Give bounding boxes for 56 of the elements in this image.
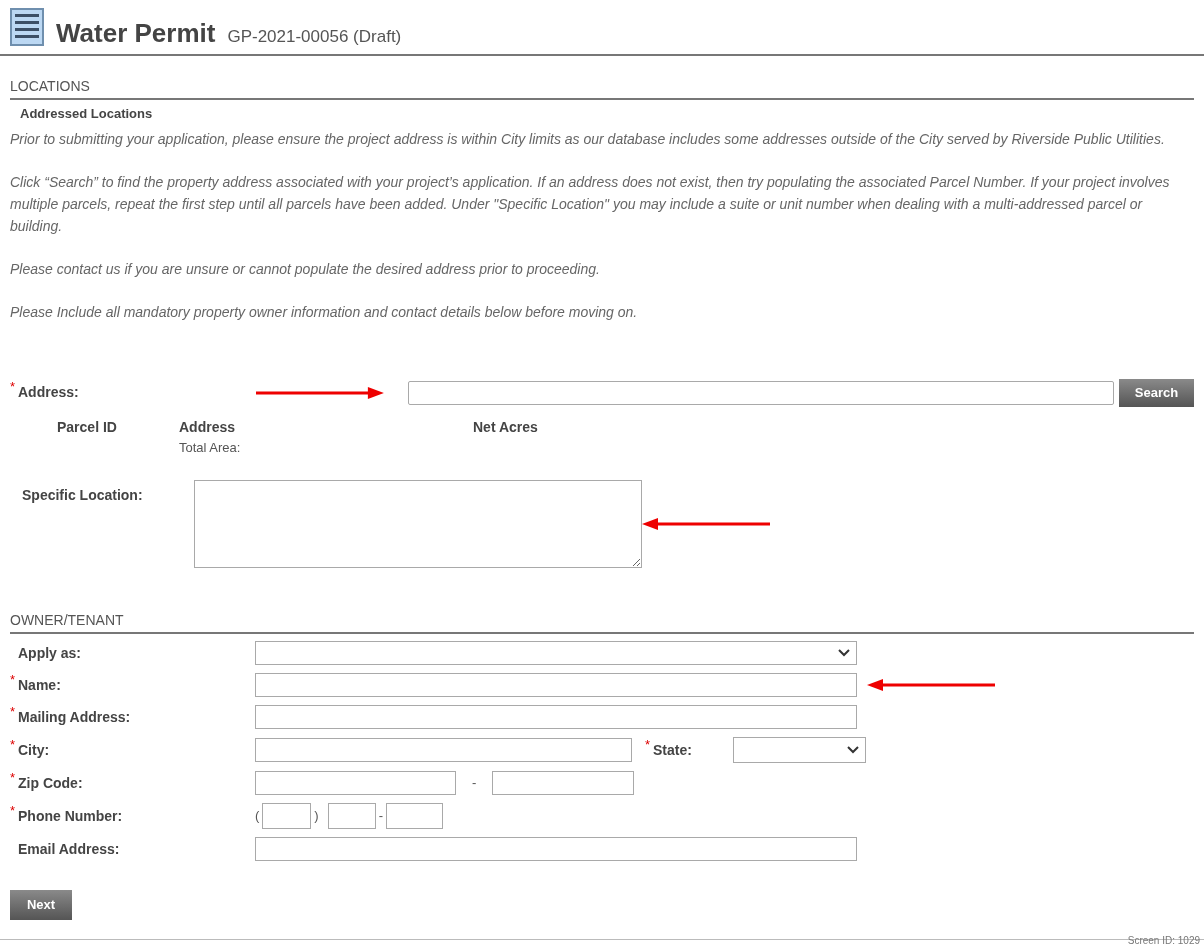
screen-id: Screen ID: 1029: [1127, 934, 1200, 944]
instruction-paragraph: Prior to submitting your application, please ensure the project address is within City limits as our database includes some addresses outside of the City served by Riverside Public Utilities.: [10, 129, 1166, 149]
field-label: Apply as:: [18, 643, 81, 663]
required-asterisk: *: [10, 380, 17, 393]
field-label: City:: [18, 740, 50, 760]
subsection-title: Addressed Locations: [20, 105, 154, 123]
section-title: OWNER/TENANT: [10, 612, 124, 628]
total-area-label: Total Area:: [179, 438, 242, 457]
separator: -: [472, 774, 477, 793]
form-document-icon: [10, 8, 44, 46]
apply-as-select[interactable]: [255, 641, 857, 665]
column-header: Parcel ID: [57, 417, 118, 437]
specific-location-field[interactable]: [194, 480, 642, 568]
search-button[interactable]: Search: [1119, 378, 1194, 407]
text-field[interactable]: [255, 705, 857, 729]
phone-prefix-field[interactable]: [327, 803, 376, 829]
area-code-field[interactable]: [262, 803, 312, 829]
chevron-down-icon: [847, 746, 859, 754]
field-label: Address:: [18, 383, 79, 402]
parenthesis: (: [255, 807, 260, 826]
address-field[interactable]: [407, 380, 1115, 405]
parenthesis: ): [314, 807, 319, 826]
field-label: Email Address:: [18, 839, 120, 859]
zip-code-field[interactable]: [255, 771, 456, 795]
arrow-icon: [255, 386, 384, 399]
field-label: Zip Code:: [18, 773, 83, 793]
arrow-icon: [642, 518, 770, 530]
field-label: Mailing Address:: [18, 707, 131, 727]
page-title: Water Permit: [56, 20, 216, 46]
chevron-down-icon: [838, 649, 850, 657]
zip-extension-field[interactable]: [492, 771, 635, 795]
city-field[interactable]: [255, 738, 632, 762]
section-title: LOCATIONS: [10, 78, 90, 94]
field-label: State:: [653, 740, 692, 760]
state-select[interactable]: [733, 737, 866, 763]
phone-line-field[interactable]: [386, 803, 444, 829]
field-label: Phone Number:: [18, 806, 123, 826]
field-label: Name:: [18, 675, 61, 695]
instruction-paragraph: Click “Search” to find the property address associated with your project’s application. If an address does not exist, then try populating the associated Parcel Number. If your project involves multiple parcels, repeat the first step until all parcels have been added. Under "Specific Location" you may include a suite or unit number when dealing with a multi-addressed parcel or building.: [10, 172, 1171, 236]
separator: -: [378, 807, 384, 826]
instruction-paragraph: Please Include all mandatory property owner information and contact details below before moving on.: [10, 302, 639, 322]
text-field[interactable]: [255, 673, 857, 697]
column-header: Address: [179, 417, 237, 437]
required-asterisk: *: [10, 737, 17, 751]
permit-number: GP-2021-00056 (Draft): [227, 28, 402, 45]
next-button[interactable]: Next: [10, 890, 72, 920]
required-asterisk: *: [10, 803, 17, 817]
required-asterisk: *: [10, 770, 17, 784]
arrow-icon: [867, 679, 995, 691]
instruction-paragraph: Please contact us if you are unsure or cannot populate the desired address prior to proceeding.: [10, 259, 601, 279]
required-asterisk: *: [10, 704, 17, 718]
required-asterisk: *: [645, 737, 652, 751]
text-field[interactable]: [255, 837, 857, 861]
required-asterisk: *: [10, 672, 17, 686]
field-label: Specific Location:: [22, 486, 144, 505]
column-header: Net Acres: [473, 417, 538, 437]
